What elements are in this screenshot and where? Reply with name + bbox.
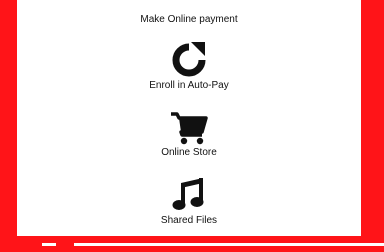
menu-item-label: Enroll in Auto-Pay xyxy=(149,80,229,91)
menu-item-label: Make Online payment xyxy=(140,14,238,25)
menu-item-label: Online Store xyxy=(161,147,217,158)
menu-item-make-online-payment[interactable]: Make Online payment xyxy=(17,14,361,26)
shopping-cart-icon xyxy=(171,112,208,145)
menu-panel: Make Online payment Enroll in Auto-Pay O… xyxy=(17,0,361,236)
menu-item-enroll-auto-pay[interactable]: Enroll in Auto-Pay xyxy=(17,42,361,92)
menu-item-label: Shared Files xyxy=(160,215,218,226)
menu-item-shared-files[interactable]: Shared Files xyxy=(17,176,361,227)
music-note-icon xyxy=(172,178,204,210)
bottom-divider-short xyxy=(42,243,56,246)
refresh-icon xyxy=(172,42,206,77)
menu-item-online-store[interactable]: Online Store xyxy=(17,110,361,159)
bottom-divider xyxy=(74,243,384,246)
